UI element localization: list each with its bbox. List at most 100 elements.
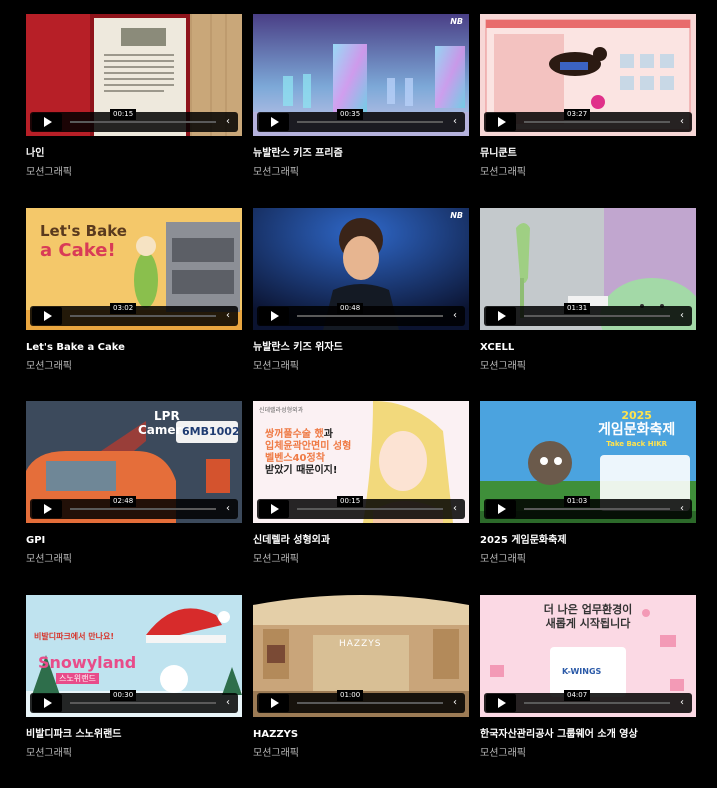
play-icon[interactable] (32, 113, 62, 131)
video-category: 모션그래픽 (253, 166, 469, 180)
video-thumbnail[interactable]: 비발디파크에서 만나요! Snowyland 스노위랜드 00:30 ‹ (26, 595, 242, 717)
chevron-left-icon[interactable]: ‹ (453, 503, 457, 515)
video-card[interactable]: 03:27 ‹ 뮤니쿤트 모션그래픽 (480, 14, 696, 208)
progress-bar[interactable]: 04:07 (524, 702, 670, 704)
progress-bar[interactable]: 00:35 (297, 121, 443, 123)
play-icon[interactable] (259, 307, 289, 325)
chevron-left-icon[interactable]: ‹ (453, 310, 457, 322)
play-icon[interactable] (32, 307, 62, 325)
video-title[interactable]: 2025 게임문화축제 (480, 534, 696, 548)
play-icon[interactable] (32, 500, 62, 518)
play-icon[interactable] (486, 113, 516, 131)
chevron-left-icon[interactable]: ‹ (453, 116, 457, 128)
chevron-left-icon[interactable]: ‹ (680, 310, 684, 322)
video-thumbnail[interactable]: NB 00:48 ‹ (253, 208, 469, 330)
video-thumbnail[interactable]: LPR Camera 6MB1002 02:48 ‹ (26, 401, 242, 523)
video-duration: 03:27 (564, 109, 590, 120)
thumb-text-line: 벨벤스40정착 (265, 453, 351, 465)
video-card[interactable]: NB 00:35 ‹ 뉴발란스 키즈 프리즘 모션그래픽 (253, 14, 469, 208)
video-thumbnail[interactable]: Let's Bake a Cake! 03:02 ‹ (26, 208, 242, 330)
video-grid: 00:15 ‹ 나인 모션그래픽 (26, 14, 696, 788)
play-icon[interactable] (486, 500, 516, 518)
thumbnail-headline: 2025 게임문화축제 Take Back HIKR (598, 409, 675, 451)
video-thumbnail[interactable]: 00:15 ‹ (26, 14, 242, 136)
chevron-left-icon[interactable]: ‹ (226, 503, 230, 515)
video-thumbnail[interactable]: 신데렐라성형외과 쌍꺼풀수술 했과 입체윤곽안면미 성형 벨벤스40정착 받았기… (253, 401, 469, 523)
progress-bar[interactable]: 01:03 (524, 508, 670, 510)
video-player-controls: 02:48 ‹ (30, 499, 238, 519)
video-duration: 04:07 (564, 690, 590, 701)
progress-bar[interactable]: 01:00 (297, 702, 443, 704)
license-plate: 6MB1002 (182, 425, 240, 438)
chevron-left-icon[interactable]: ‹ (226, 116, 230, 128)
progress-bar[interactable]: 01:31 (524, 315, 670, 317)
thumbnail-headline: Let's Bake a Cake! (40, 222, 127, 262)
video-title[interactable]: 신데렐라 성형외과 (253, 534, 469, 548)
video-duration: 03:02 (110, 303, 136, 314)
video-thumbnail[interactable]: NB 00:35 ‹ (253, 14, 469, 136)
progress-bar[interactable]: 03:27 (524, 121, 670, 123)
video-card[interactable]: 신데렐라성형외과 쌍꺼풀수술 했과 입체윤곽안면미 성형 벨벤스40정착 받았기… (253, 401, 469, 595)
video-card[interactable]: 01:31 ‹ XCELL 모션그래픽 (480, 208, 696, 402)
video-player-controls: 01:03 ‹ (484, 499, 692, 519)
chevron-left-icon[interactable]: ‹ (226, 310, 230, 322)
video-title[interactable]: Let's Bake a Cake (26, 341, 242, 355)
play-icon[interactable] (259, 500, 289, 518)
thumb-text-highlight: 쌍꺼풀수술 했 (265, 429, 324, 440)
video-card[interactable]: HAZZYS 01:00 ‹ HAZZYS 모션그래픽 (253, 595, 469, 788)
video-title[interactable]: 한국자산관리공사 그룹웨어 소개 영상 (480, 728, 696, 742)
progress-bar[interactable]: 02:48 (70, 508, 216, 510)
progress-bar[interactable]: 00:15 (297, 508, 443, 510)
chevron-left-icon[interactable]: ‹ (453, 697, 457, 709)
video-player-controls: 03:27 ‹ (484, 112, 692, 132)
video-title[interactable]: 뮤니쿤트 (480, 147, 696, 161)
video-category: 모션그래픽 (26, 360, 242, 374)
clinic-logo: 신데렐라성형외과 (259, 405, 303, 414)
video-duration: 00:35 (337, 109, 363, 120)
video-title[interactable]: XCELL (480, 341, 696, 355)
play-icon[interactable] (486, 694, 516, 712)
video-title[interactable]: 뉴발란스 키즈 위자드 (253, 341, 469, 355)
progress-bar[interactable]: 03:02 (70, 315, 216, 317)
video-duration: 01:00 (337, 690, 363, 701)
play-icon[interactable] (32, 694, 62, 712)
video-card[interactable]: 더 나은 업무환경이 새롭게 시작됩니다 K-WINGS 04:07 ‹ 한국자… (480, 595, 696, 788)
play-icon[interactable] (486, 307, 516, 325)
video-card[interactable]: Let's Bake a Cake! 03:02 ‹ Let's Bake a … (26, 208, 242, 402)
video-category: 모션그래픽 (26, 166, 242, 180)
video-duration: 00:48 (337, 303, 363, 314)
thumbnail-headline: 쌍꺼풀수술 했과 입체윤곽안면미 성형 벨벤스40정착 받았기 때문이지! (265, 429, 351, 477)
thumb-text-line: 받았기 때문이지! (265, 465, 351, 477)
thumbnail-headline: Snowyland (38, 653, 136, 672)
play-icon[interactable] (259, 113, 289, 131)
video-card[interactable]: 00:15 ‹ 나인 모션그래픽 (26, 14, 242, 208)
video-title[interactable]: 나인 (26, 147, 242, 161)
video-title[interactable]: GPI (26, 534, 242, 548)
video-thumbnail[interactable]: 03:27 ‹ (480, 14, 696, 136)
video-title[interactable]: HAZZYS (253, 728, 469, 742)
progress-bar[interactable]: 00:30 (70, 702, 216, 704)
thumb-text-line: 새롭게 시작됩니다 (480, 617, 696, 631)
video-thumbnail[interactable]: HAZZYS 01:00 ‹ (253, 595, 469, 717)
video-title[interactable]: 뉴발란스 키즈 프리즘 (253, 147, 469, 161)
progress-bar[interactable]: 00:15 (70, 121, 216, 123)
play-icon[interactable] (259, 694, 289, 712)
video-card[interactable]: LPR Camera 6MB1002 02:48 ‹ GPI 모션그래픽 (26, 401, 242, 595)
video-category: 모션그래픽 (253, 553, 469, 567)
video-category: 모션그래픽 (26, 553, 242, 567)
video-title[interactable]: 비발디파크 스노위랜드 (26, 728, 242, 742)
video-card[interactable]: NB 00:48 ‹ 뉴발란스 키즈 위자드 모션그래픽 (253, 208, 469, 402)
chevron-left-icon[interactable]: ‹ (680, 503, 684, 515)
video-card[interactable]: 비발디파크에서 만나요! Snowyland 스노위랜드 00:30 ‹ 비발디… (26, 595, 242, 788)
progress-bar[interactable]: 00:48 (297, 315, 443, 317)
video-card[interactable]: 2025 게임문화축제 Take Back HIKR 01:03 ‹ 2025 … (480, 401, 696, 595)
video-thumbnail[interactable]: 더 나은 업무환경이 새롭게 시작됩니다 K-WINGS 04:07 ‹ (480, 595, 696, 717)
chevron-left-icon[interactable]: ‹ (680, 697, 684, 709)
video-thumbnail[interactable]: 01:31 ‹ (480, 208, 696, 330)
thumb-text-line: 비발디파크에서 만나요! (34, 631, 114, 642)
chevron-left-icon[interactable]: ‹ (680, 116, 684, 128)
chevron-left-icon[interactable]: ‹ (226, 697, 230, 709)
thumb-text-line: 입체윤곽안면미 성형 (265, 441, 351, 453)
video-thumbnail[interactable]: 2025 게임문화축제 Take Back HIKR 01:03 ‹ (480, 401, 696, 523)
brand-logo: NB (450, 17, 463, 26)
